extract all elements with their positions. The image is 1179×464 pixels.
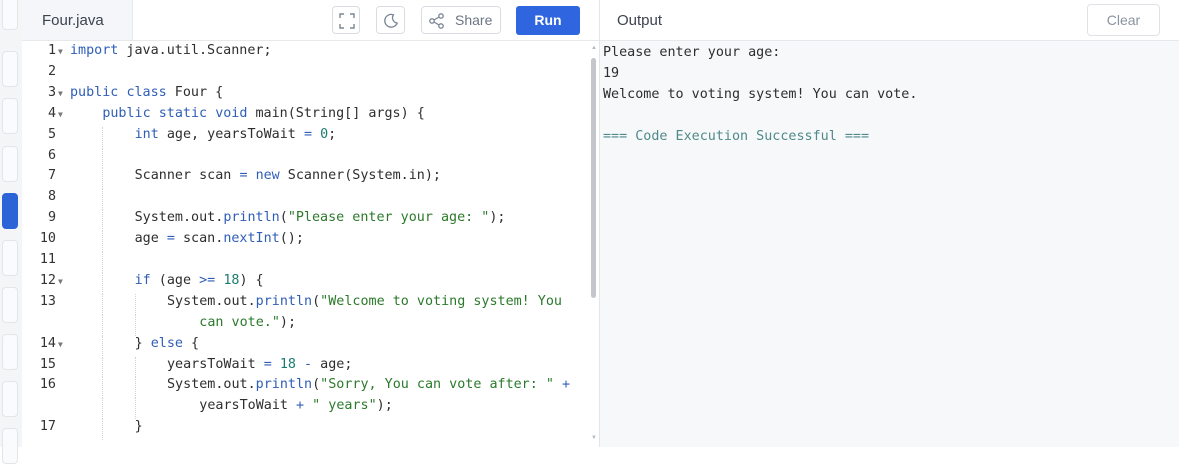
left-sidebar: [0, 0, 23, 464]
indent-guide: [134, 314, 136, 336]
code-line: yearsToWait + " years");: [199, 398, 393, 414]
line-number: 16: [39, 377, 56, 393]
code-line: }: [134, 419, 143, 435]
line-number: 12: [39, 272, 56, 288]
sidebar-language-button[interactable]: [2, 0, 18, 30]
code-line: Scanner scan = new Scanner(System.in);: [134, 168, 441, 184]
scroll-up-arrow-icon[interactable]: ▲: [591, 45, 597, 51]
sidebar-language-button[interactable]: [2, 334, 18, 370]
output-header: Output Clear: [600, 0, 1179, 41]
line-number: 15: [39, 356, 56, 372]
line-number: 14: [39, 335, 56, 351]
indent-guide: [102, 335, 104, 357]
indent-guide: [102, 398, 104, 420]
indent-guide: [102, 377, 104, 399]
code-line: int age, yearsToWait = 0;: [134, 126, 337, 142]
run-button[interactable]: Run: [516, 6, 580, 35]
indent-guide: [102, 252, 104, 273]
sidebar-language-button[interactable]: [2, 146, 18, 182]
file-tab[interactable]: Four.java: [22, 0, 133, 40]
code-line: public static void main(String[] args) {: [102, 105, 425, 121]
indent-guide: [134, 398, 136, 420]
line-number: 17: [39, 419, 56, 435]
code-line: public class Four {: [70, 84, 224, 100]
code-line: yearsToWait = 18 - age;: [166, 356, 353, 372]
line-number: 13: [39, 293, 56, 309]
sidebar-language-button[interactable]: [2, 240, 18, 276]
line-number: 7: [47, 168, 56, 184]
fold-arrow-icon[interactable]: ▼: [58, 110, 63, 119]
output-line: Welcome to voting system! You can vote.: [603, 86, 918, 102]
indent-guide: [134, 377, 136, 399]
moon-icon: [384, 13, 399, 28]
fullscreen-icon: [339, 13, 355, 29]
sidebar-language-button[interactable]: [2, 98, 18, 134]
fold-arrow-icon[interactable]: ▼: [58, 340, 63, 349]
indent-guide: [134, 356, 136, 378]
indent-guide: [102, 231, 104, 252]
line-number: 2: [47, 63, 56, 79]
output-title: Output: [617, 12, 663, 29]
code-line: can vote.");: [199, 314, 297, 330]
code-line: System.out.println("Please enter your ag…: [134, 210, 506, 226]
code-line: age = scan.nextInt();: [134, 231, 304, 247]
line-number: 3: [47, 84, 56, 100]
scroll-down-arrow-icon[interactable]: ▼: [591, 435, 597, 441]
indent-guide: [102, 189, 104, 211]
indent-guide: [102, 147, 104, 169]
line-number: 1: [47, 43, 56, 58]
code-editor[interactable]: 1 ▼ import java.util.Scanner; 2 3 ▼ public cla…: [22, 42, 592, 447]
indent-guide: [102, 356, 104, 378]
sidebar-language-button[interactable]: [2, 51, 18, 87]
line-number: 8: [47, 189, 56, 205]
sidebar-language-button-active[interactable]: [2, 193, 18, 229]
fold-arrow-icon[interactable]: ▼: [58, 47, 63, 56]
indent-guide: [134, 293, 136, 315]
line-number: 11: [39, 252, 56, 267]
fold-arrow-icon[interactable]: ▼: [58, 89, 63, 98]
fold-arrow-icon[interactable]: ▼: [58, 277, 63, 286]
share-button[interactable]: Share: [421, 6, 501, 34]
code-line: if (age >= 18) {: [134, 272, 264, 288]
indent-guide: [102, 314, 104, 336]
file-name: Four.java: [42, 12, 104, 29]
fullscreen-button[interactable]: [332, 6, 360, 34]
indent-guide: [102, 293, 104, 315]
line-number: 6: [47, 147, 56, 163]
theme-toggle-button[interactable]: [376, 6, 405, 34]
code-line: import java.util.Scanner;: [70, 43, 272, 58]
code-line: System.out.println("Welcome to voting sy…: [166, 293, 562, 309]
indent-guide: [102, 168, 104, 190]
line-number: 10: [39, 231, 56, 247]
output-line: 19: [603, 65, 620, 81]
output-pane: Output Clear Please enter your age: 19 Wel…: [600, 0, 1179, 447]
indent-guide: [102, 419, 104, 441]
sidebar-language-button[interactable]: [2, 287, 18, 323]
execution-status: === Code Execution Successful ===: [603, 128, 870, 144]
code-line: System.out.println("Sorry, You can vote …: [166, 377, 571, 393]
sidebar-language-button[interactable]: [2, 381, 18, 417]
share-label: Share: [455, 12, 493, 28]
sidebar-language-button[interactable]: [2, 428, 18, 464]
line-number: 4: [47, 105, 56, 121]
indent-guide: [102, 272, 104, 294]
code-line: } else {: [134, 335, 200, 351]
indent-guide: [102, 126, 104, 148]
indent-guide: [102, 210, 104, 232]
line-number: 9: [47, 210, 56, 226]
editor-toolbar: Four.java Share Run: [22, 0, 599, 41]
line-number: 5: [47, 126, 56, 142]
editor-scrollbar-thumb[interactable]: [591, 58, 596, 298]
clear-button[interactable]: Clear: [1087, 4, 1160, 36]
editor-pane: Four.java Share Run 1 ▼ import java.util.S…: [22, 0, 599, 447]
output-line: Please enter your age:: [603, 45, 781, 60]
share-icon: [429, 13, 444, 29]
